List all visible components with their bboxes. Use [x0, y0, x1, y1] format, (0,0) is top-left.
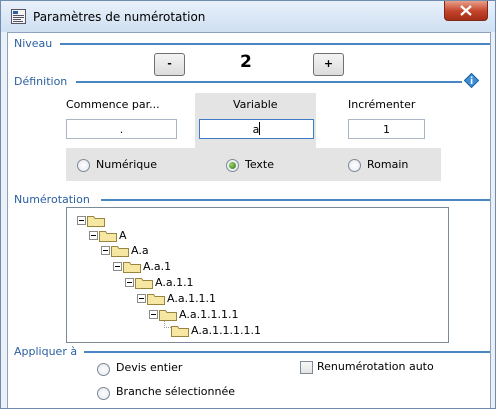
collapse-icon[interactable]	[137, 294, 146, 303]
folder-icon	[135, 278, 153, 289]
collapse-icon[interactable]	[149, 310, 158, 319]
increment-input[interactable]: 1	[348, 119, 425, 139]
tree-node-label: A.a.1.1.1.1.1	[191, 324, 262, 337]
collapse-icon[interactable]	[125, 278, 134, 287]
tree-node-label: A.a.1.1	[155, 276, 194, 289]
section-numerotation: Numérotation	[14, 193, 90, 206]
section-definition: Définition	[14, 75, 68, 88]
folder-icon	[147, 294, 165, 305]
tree-node-label: A.a.1.1.1.1	[179, 308, 239, 321]
section-divider	[101, 199, 490, 201]
info-icon[interactable]	[464, 73, 479, 88]
radio-branche-label[interactable]: Branche sélectionnée	[116, 385, 235, 398]
renumerotation-checkbox[interactable]	[300, 361, 313, 374]
dialog-window: Paramètres de numérotation Niveau - 2 + …	[0, 0, 496, 409]
collapse-icon[interactable]	[101, 246, 110, 255]
collapse-icon[interactable]	[77, 216, 86, 225]
radio-devis-entier[interactable]	[97, 363, 110, 376]
collapse-icon[interactable]	[113, 262, 122, 271]
radio-branche[interactable]	[97, 387, 110, 400]
radio-romain[interactable]	[348, 159, 361, 172]
tree-node-label: A	[119, 229, 127, 242]
folder-icon	[99, 231, 117, 242]
dialog-content: Niveau - 2 + Définition Commence par... …	[7, 32, 491, 408]
tree-connector	[164, 321, 171, 328]
collapse-icon[interactable]	[89, 231, 98, 240]
numbering-tree[interactable]: A A.a A.a.1 A.a.1.1 A.a.1.1.1 A.a.1.1.1.…	[66, 207, 449, 343]
renumerotation-label[interactable]: Renumérotation auto	[317, 360, 434, 373]
section-divider	[76, 81, 462, 83]
folder-icon	[111, 246, 129, 257]
folder-icon	[123, 262, 141, 273]
tree-node-label: A.a.1	[143, 260, 172, 273]
increment-label: Incrémenter	[348, 98, 416, 111]
variable-label: Variable	[233, 98, 278, 111]
level-increment-button[interactable]: +	[313, 53, 344, 76]
level-value: 2	[240, 52, 252, 72]
section-divider	[60, 43, 490, 45]
radio-numerique[interactable]	[77, 159, 90, 172]
radio-romain-label[interactable]: Romain	[367, 158, 408, 171]
folder-icon	[87, 216, 105, 227]
window-title: Paramètres de numérotation	[33, 10, 206, 24]
tree-node-label: A.a.1.1.1	[167, 292, 217, 305]
tree-node-label: A.a	[131, 244, 149, 257]
title-bar[interactable]: Paramètres de numérotation	[1, 1, 495, 32]
radio-numerique-label[interactable]: Numérique	[96, 158, 157, 171]
section-divider	[84, 351, 490, 353]
radio-devis-entier-label[interactable]: Devis entier	[116, 361, 182, 374]
start-input[interactable]: .	[66, 119, 177, 139]
variable-input[interactable]: a	[199, 119, 314, 139]
close-icon	[460, 5, 472, 16]
folder-icon	[171, 326, 189, 337]
app-icon	[11, 9, 26, 24]
radio-texte[interactable]	[226, 159, 239, 172]
radio-texte-label[interactable]: Texte	[245, 158, 274, 171]
section-niveau: Niveau	[14, 37, 53, 50]
section-appliquer: Appliquer à	[14, 345, 78, 358]
folder-icon	[159, 310, 177, 321]
close-button[interactable]	[444, 1, 488, 21]
start-label: Commence par...	[66, 98, 160, 111]
level-decrement-button[interactable]: -	[154, 53, 185, 76]
